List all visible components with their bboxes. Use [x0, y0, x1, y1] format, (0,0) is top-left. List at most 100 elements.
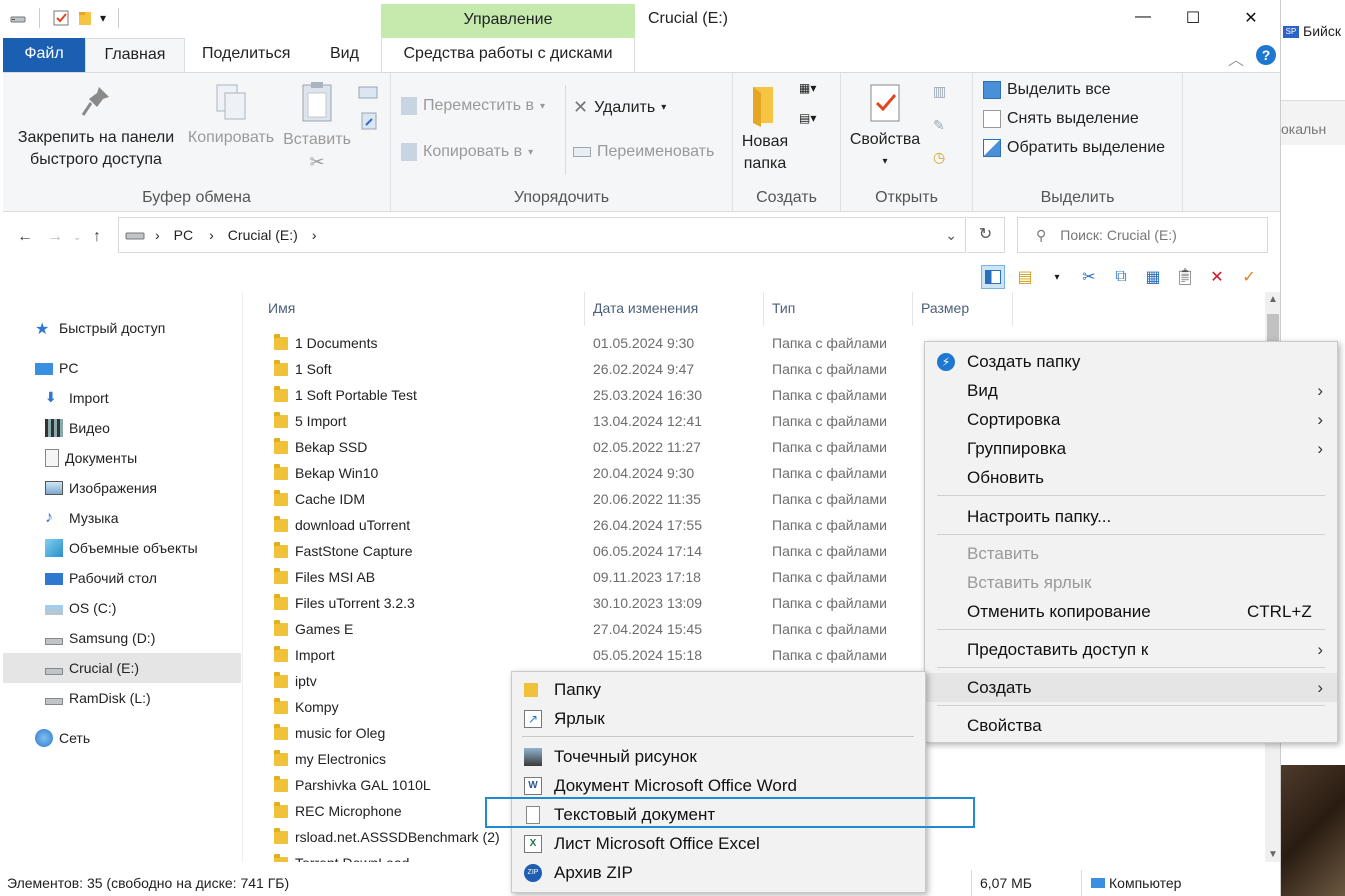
- submenu-item-word[interactable]: W Документ Microsoft Office Word: [512, 771, 925, 800]
- column-header-date[interactable]: Дата изменения: [593, 300, 698, 316]
- open-icon[interactable]: ▥: [933, 83, 946, 100]
- chevron-right-icon: ›: [1317, 381, 1323, 400]
- chevron-down-icon[interactable]: ▾: [100, 11, 106, 25]
- delete-button[interactable]: ✕ Удалить ▾: [573, 97, 666, 118]
- rename-button[interactable]: Переименовать: [573, 143, 714, 161]
- easy-access-button[interactable]: ▤▾: [799, 111, 816, 125]
- open-group-label: Открыть: [875, 189, 938, 206]
- paste-shortcut-icon[interactable]: [360, 111, 378, 131]
- properties-icon[interactable]: [52, 9, 70, 27]
- menu-item-paste-shortcut[interactable]: Вставить ярлык: [925, 568, 1337, 597]
- menu-item-view[interactable]: Вид ›: [925, 376, 1337, 405]
- copy-path-icon[interactable]: [358, 85, 380, 101]
- menu-item-sort[interactable]: Сортировка ›: [925, 405, 1337, 434]
- nav-item-drive-l[interactable]: RamDisk (L:): [3, 683, 241, 713]
- cut-icon[interactable]: ✂: [1077, 265, 1101, 289]
- chevron-down-icon[interactable]: ▾: [1045, 265, 1069, 289]
- chevron-right-icon[interactable]: ›: [209, 227, 214, 243]
- menu-item-undo-copy[interactable]: Отменить копирование CTRL+Z: [925, 597, 1337, 626]
- up-icon[interactable]: ↑: [93, 228, 101, 246]
- tab-view[interactable]: Вид: [314, 38, 375, 72]
- paste-icon[interactable]: 📋︎: [1173, 265, 1197, 289]
- column-header-size[interactable]: Размер: [921, 300, 969, 316]
- nav-item-import[interactable]: ⬇ Import: [3, 383, 241, 413]
- column-header-type[interactable]: Тип: [772, 300, 795, 316]
- copy-to-button[interactable]: Копировать в ▾: [401, 143, 533, 161]
- nav-quick-access[interactable]: ★ Быстрый доступ: [3, 313, 241, 343]
- submenu-item-text[interactable]: Текстовый документ: [512, 800, 925, 829]
- nav-pc[interactable]: PC: [3, 353, 241, 383]
- submenu-item-bitmap[interactable]: Точечный рисунок: [512, 742, 925, 771]
- menu-item-share[interactable]: Предоставить доступ к ›: [925, 635, 1337, 664]
- select-all-icon[interactable]: ▦: [1141, 265, 1165, 289]
- nav-item-drive-d[interactable]: Samsung (D:): [3, 623, 241, 653]
- new-folder-button[interactable]: Новая папка: [737, 83, 793, 175]
- nav-item-desktop[interactable]: Рабочий стол: [3, 563, 241, 593]
- submenu-item-folder[interactable]: Папку: [512, 675, 925, 704]
- menu-item-new[interactable]: Создать ›: [925, 673, 1337, 702]
- scissors-icon[interactable]: ✂: [279, 151, 355, 173]
- nav-item-3d-objects[interactable]: Объемные объекты: [3, 533, 241, 563]
- search-input[interactable]: ⚲ Поиск: Crucial (E:): [1017, 217, 1268, 253]
- minimize-button[interactable]: —: [1133, 8, 1153, 26]
- maximize-button[interactable]: ☐: [1183, 8, 1203, 28]
- properties-button[interactable]: Свойства ▾: [845, 83, 925, 173]
- nav-network[interactable]: Сеть: [3, 723, 241, 753]
- tab-manage[interactable]: Управление: [381, 4, 635, 38]
- menu-item-group[interactable]: Группировка ›: [925, 434, 1337, 463]
- breadcrumb-crucial[interactable]: Crucial (E:): [228, 227, 298, 243]
- layout-icon[interactable]: ▤: [1013, 265, 1037, 289]
- address-bar[interactable]: › PC › Crucial (E:) › ⌄: [118, 217, 966, 253]
- nav-item-video[interactable]: Видео: [3, 413, 241, 443]
- menu-item-paste[interactable]: Вставить: [925, 539, 1337, 568]
- nav-item-music[interactable]: ♪ Музыка: [3, 503, 241, 533]
- ribbon-collapse-icon[interactable]: ︿: [1228, 46, 1244, 70]
- tab-disk-tools[interactable]: Средства работы с дисками: [381, 38, 635, 72]
- tab-share[interactable]: Поделиться: [186, 38, 306, 72]
- scroll-up-icon[interactable]: ▲: [1268, 294, 1278, 305]
- select-all-button[interactable]: Выделить все: [983, 81, 1110, 99]
- submenu-item-zip[interactable]: ZIP Архив ZIP: [512, 858, 925, 887]
- nav-item-pictures[interactable]: Изображения: [3, 473, 241, 503]
- refresh-icon[interactable]: ↻: [967, 217, 1005, 253]
- copy-button[interactable]: Копировать: [183, 83, 279, 149]
- submenu-item-shortcut[interactable]: ↗ Ярлык: [512, 704, 925, 733]
- submenu-item-excel[interactable]: X Лист Microsoft Office Excel: [512, 829, 925, 858]
- check-icon[interactable]: ✓: [1237, 265, 1261, 289]
- back-icon[interactable]: ←: [17, 228, 33, 246]
- tab-file[interactable]: Файл: [3, 38, 85, 72]
- preview-pane-icon[interactable]: [981, 265, 1005, 289]
- delete-icon[interactable]: ✕: [1205, 265, 1229, 289]
- scroll-down-icon[interactable]: ▼: [1268, 849, 1278, 860]
- forward-icon[interactable]: →: [47, 228, 63, 246]
- breadcrumb-pc[interactable]: PC: [174, 227, 193, 243]
- invert-selection-button[interactable]: Обратить выделение: [983, 139, 1165, 157]
- select-none-button[interactable]: Снять выделение: [983, 110, 1139, 128]
- move-to-button[interactable]: Переместить в ▾: [401, 97, 545, 115]
- close-button[interactable]: ✕: [1241, 8, 1261, 28]
- drive-icon[interactable]: [9, 9, 27, 27]
- recent-locations-icon[interactable]: ⌄: [73, 232, 81, 243]
- new-folder-icon[interactable]: [76, 9, 94, 27]
- tab-home[interactable]: Главная: [85, 38, 185, 72]
- edit-icon[interactable]: ✎: [933, 117, 945, 134]
- new-item-button[interactable]: ▦▾: [799, 81, 816, 95]
- menu-item-customize[interactable]: Настроить папку...: [925, 502, 1337, 531]
- paste-button[interactable]: Вставить ✂: [279, 81, 355, 173]
- nav-item-drive-c[interactable]: OS (C:): [3, 593, 241, 623]
- chevron-right-icon[interactable]: ›: [155, 227, 160, 243]
- menu-item-properties[interactable]: Свойства: [925, 711, 1337, 740]
- nav-item-drive-e[interactable]: Crucial (E:): [3, 653, 241, 683]
- nav-item-documents[interactable]: Документы: [3, 443, 241, 473]
- column-header-name[interactable]: Имя: [268, 300, 295, 316]
- help-icon[interactable]: ?: [1256, 45, 1276, 65]
- folder-icon: [274, 750, 288, 766]
- address-dropdown-icon[interactable]: ⌄: [945, 227, 957, 244]
- pin-quick-access-button[interactable]: Закрепить на панели быстрого доступа: [9, 83, 183, 171]
- nav-label: Видео: [69, 420, 110, 436]
- copy-icon[interactable]: ⧉: [1109, 265, 1133, 289]
- menu-item-create-folder[interactable]: ⚡ Создать папку: [925, 347, 1337, 376]
- menu-item-refresh[interactable]: Обновить: [925, 463, 1337, 492]
- chevron-right-icon[interactable]: ›: [312, 227, 317, 243]
- history-icon[interactable]: ◷: [933, 149, 945, 166]
